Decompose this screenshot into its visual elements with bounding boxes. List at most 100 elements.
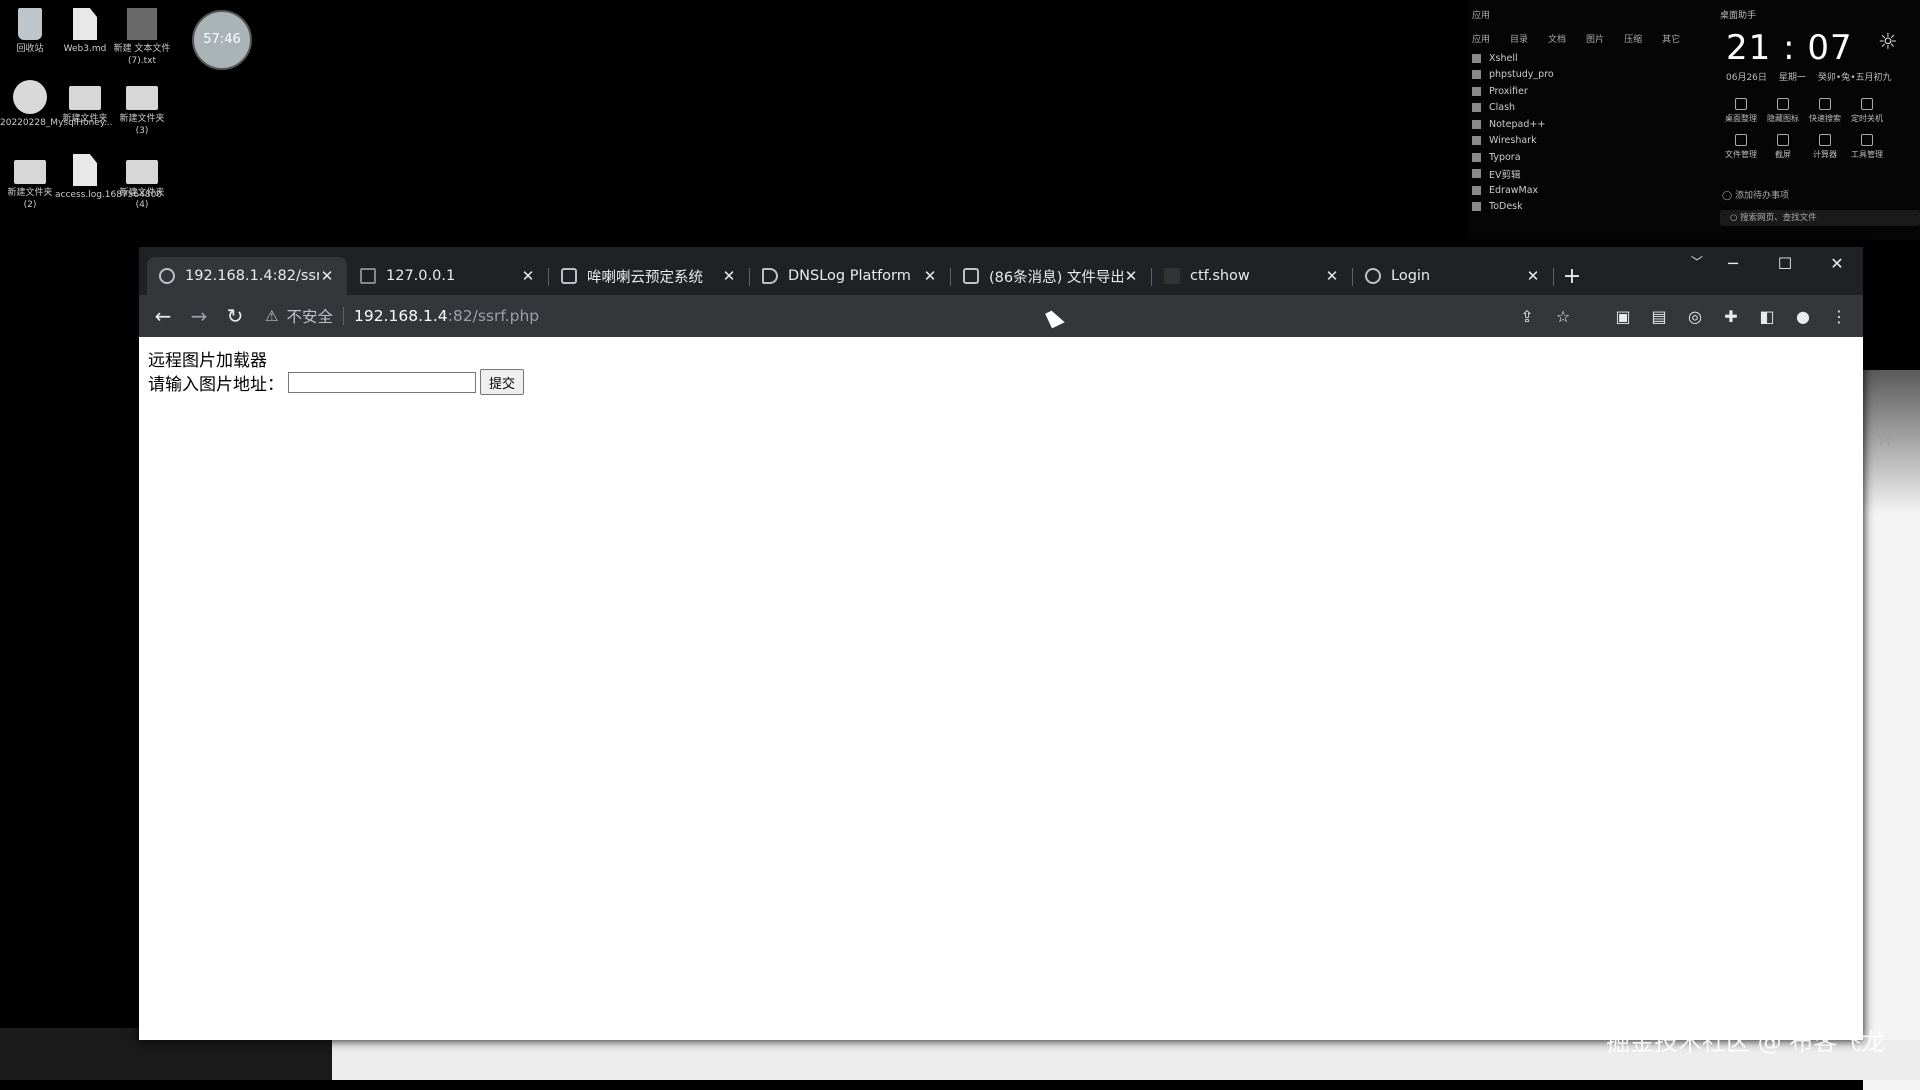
app-label: ToDesk (1489, 201, 1523, 213)
quick-action[interactable]: 文件管理 (1720, 134, 1762, 160)
desktop-icon-label: Web3.md (63, 44, 107, 54)
address-bar[interactable]: ⚠ 不安全 192.168.1.4 :82/ssrf.php (257, 301, 1509, 331)
quick-action[interactable]: 桌面整理 (1720, 98, 1762, 124)
proxy-extension-icon[interactable]: ◎ (1677, 298, 1713, 334)
share-icon[interactable]: ⇪ (1509, 298, 1545, 334)
quick-action[interactable]: 定时关机 (1846, 98, 1888, 124)
profile-avatar-icon[interactable]: ● (1785, 298, 1821, 334)
desktop-icon-folder[interactable]: 新建文件夹 (55, 80, 115, 125)
puzzle-extensions-icon[interactable]: ✚ (1713, 298, 1749, 334)
app-item[interactable]: Notepad++ (1472, 116, 1554, 133)
apps-tab[interactable]: 图片 (1586, 32, 1604, 45)
star-icon[interactable]: ☆ (1876, 426, 1894, 450)
app-item[interactable]: Clash (1472, 100, 1554, 117)
app-item[interactable]: Wireshark (1472, 133, 1554, 150)
app-item[interactable]: EV剪辑 (1472, 166, 1554, 183)
csdn-icon (963, 268, 979, 284)
submit-button[interactable]: 提交 (480, 369, 525, 395)
bookmark-star-icon[interactable]: ☆ (1545, 298, 1581, 334)
tab-title: 127.0.0.1 (386, 268, 456, 284)
todo-add[interactable]: ◯ 添加待办事项 (1722, 188, 1789, 201)
widget-search-input[interactable]: ○ 搜索网页、查找文件 (1720, 210, 1920, 226)
omnibox-divider (342, 307, 344, 325)
tab-login[interactable]: Login ✕ (1353, 257, 1554, 295)
quick-actions: 桌面整理 隐藏图标 快速搜索 定时关机 文件管理 截屏 计算器 工具管理 (1720, 98, 1888, 160)
desktop-icon-web3-md[interactable]: Web3.md (55, 8, 115, 55)
app-icon (1472, 136, 1481, 146)
quick-action[interactable]: 截屏 (1762, 134, 1804, 160)
close-icon[interactable]: ✕ (922, 267, 938, 285)
quick-action[interactable]: 工具管理 (1846, 134, 1888, 160)
quick-action[interactable]: 计算器 (1804, 134, 1846, 160)
close-icon[interactable]: ✕ (520, 267, 536, 285)
desktop-icon-folder-2[interactable]: 新建文件夹 (2) (0, 154, 60, 211)
back-arrow-icon[interactable]: ← (145, 298, 181, 334)
app-item[interactable]: Typora (1472, 149, 1554, 166)
side-panel-icon[interactable]: ◧ (1749, 298, 1785, 334)
desktop-icon-text-file[interactable]: 新建 文本文件 (7).txt (112, 8, 172, 67)
close-window-icon[interactable]: ✕ (1811, 247, 1863, 279)
tab-title: 哞喇喇云预定系统 (587, 269, 703, 286)
close-icon[interactable]: ✕ (1123, 267, 1139, 285)
desktop-icon-access-log[interactable]: access.log.1687564800 (55, 154, 162, 201)
tab-booking[interactable]: 哞喇喇云预定系统 ✕ (549, 257, 750, 295)
app-item[interactable]: phpstudy_pro (1472, 67, 1554, 84)
apps-tab[interactable]: 目录 (1510, 32, 1528, 45)
minimize-icon[interactable]: ─ (1707, 247, 1759, 279)
browser-window: 192.168.1.4:82/ssrf.php ✕ 127.0.0.1 ✕ 哞喇… (139, 247, 1863, 1040)
quick-action[interactable]: 隐藏图标 (1762, 98, 1804, 124)
dnslog-icon (762, 268, 778, 284)
desktop-icon-folder-4[interactable]: 新建文件夹 (4) (112, 154, 172, 211)
timer-badge[interactable]: 57:46 (192, 10, 252, 70)
tab-search-chevron-icon[interactable]: ﹀ (1691, 253, 1703, 270)
window-controls: ─ ☐ ✕ (1707, 247, 1863, 279)
forward-arrow-icon[interactable]: → (181, 298, 217, 334)
app-icon (1472, 202, 1481, 212)
apps-tab[interactable]: 文档 (1548, 32, 1566, 45)
more-menu-icon[interactable]: ⋮ (1821, 298, 1857, 334)
tab-ctfshow[interactable]: ctf.show ✕ (1152, 257, 1353, 295)
app-icon (1472, 152, 1481, 162)
close-icon[interactable]: ✕ (319, 267, 335, 285)
close-icon[interactable]: ✕ (1324, 267, 1340, 285)
tab-title: Login (1391, 268, 1431, 284)
app-item[interactable]: Xshell (1472, 50, 1554, 67)
tab-csdn[interactable]: (86条消息) 文件导出 ✕ (951, 257, 1152, 295)
tab-localhost[interactable]: 127.0.0.1 ✕ (348, 257, 549, 295)
close-icon[interactable]: ✕ (721, 267, 737, 285)
translate-extension-icon[interactable]: ▤ (1641, 298, 1677, 334)
app-item[interactable]: Proxifier (1472, 83, 1554, 100)
quick-action[interactable]: 快速搜索 (1804, 98, 1846, 124)
sun-icon[interactable]: ☼ (1878, 30, 1898, 55)
extension-icon[interactable]: ▣ (1605, 298, 1641, 334)
image-url-input[interactable] (288, 371, 476, 393)
tab-separator (1553, 268, 1554, 286)
new-tab-button[interactable]: + (1554, 257, 1590, 295)
apps-tab[interactable]: 其它 (1662, 32, 1680, 45)
folder-icon (14, 160, 46, 184)
apps-tab[interactable]: 应用 (1472, 32, 1490, 45)
app-item[interactable]: EdrawMax (1472, 182, 1554, 199)
tab-ssrf[interactable]: 192.168.1.4:82/ssrf.php ✕ (147, 257, 347, 295)
desktop-icon-folder-3[interactable]: 新建文件夹 (3) (112, 80, 172, 137)
app-label: Xshell (1489, 52, 1518, 64)
image-url-form: 请输入图片地址： 提交 (148, 369, 525, 395)
reload-icon[interactable]: ↻ (217, 298, 253, 334)
file-icon (73, 154, 97, 186)
file-icon (73, 8, 97, 40)
apps-tab[interactable]: 压缩 (1624, 32, 1642, 45)
desktop-icon-recycle-bin[interactable]: 回收站 (0, 8, 60, 55)
app-item[interactable]: ToDesk (1472, 199, 1554, 216)
tab-title: 192.168.1.4:82/ssrf.php (185, 268, 319, 284)
maximize-icon[interactable]: ☐ (1759, 247, 1811, 279)
date-line: 06月26日 星期一 癸卯•兔•五月初九 (1726, 70, 1892, 83)
tab-dnslog[interactable]: DNSLog Platform ✕ (750, 257, 951, 295)
close-icon[interactable]: ✕ (1525, 267, 1541, 285)
widget-time: 21 : 07 (1726, 28, 1853, 68)
url-host: 192.168.1.4 (353, 307, 448, 325)
desktop-icon-zip[interactable]: 20220228_MysqlHoney... (0, 80, 112, 129)
background-window-edge (1863, 370, 1920, 1090)
booking-site-icon (561, 268, 577, 284)
app-label: phpstudy_pro (1489, 69, 1554, 81)
